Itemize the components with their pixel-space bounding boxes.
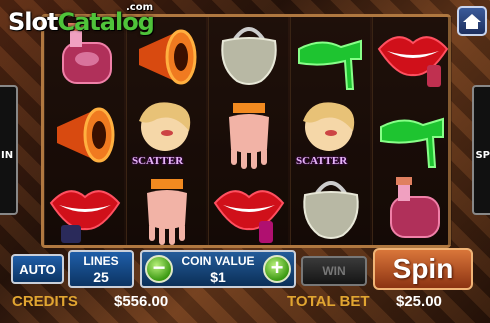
home-icon[interactable] — [457, 6, 487, 36]
slotcatalog-logo: SlotCatalog .com — [8, 2, 155, 36]
reel-1 — [44, 17, 124, 245]
lines-selector[interactable]: LINES 25 — [68, 250, 134, 288]
credits-label: CREDITS — [12, 293, 78, 310]
coin-increase-button[interactable]: + — [263, 255, 291, 283]
auto-button[interactable]: AUTO — [11, 254, 64, 284]
reel-2 — [126, 17, 206, 245]
lips-lipstick-icon — [209, 173, 289, 249]
green-shoes-icon — [373, 97, 453, 173]
handbag-icon — [209, 19, 289, 95]
coin-decrease-button[interactable]: − — [145, 255, 173, 283]
manicure-hand-icon — [127, 173, 207, 249]
coin-value-selector: − COIN VALUE $1 + — [140, 250, 296, 288]
lips-lipstick-icon — [45, 173, 125, 249]
spin-button[interactable]: Spin — [373, 248, 473, 290]
credits-value: $556.00 — [114, 293, 169, 310]
scatter-label: SCATTER — [296, 155, 348, 167]
scatter-label: SCATTER — [132, 155, 184, 167]
lips-lipstick-icon — [373, 19, 453, 95]
reel-5 — [372, 17, 452, 245]
reel-3 — [208, 17, 288, 245]
total-bet-label: TOTAL BET — [287, 293, 370, 310]
green-shoes-icon — [291, 19, 371, 95]
manicure-hand-icon — [209, 97, 289, 173]
win-display: WIN — [301, 256, 367, 286]
right-side-label: SP — [475, 150, 490, 161]
reel-4 — [290, 17, 370, 245]
lines-label: LINES — [83, 254, 119, 268]
perfume-bottle-icon — [373, 173, 453, 249]
handbag-icon — [291, 173, 371, 249]
left-side-label: IN — [1, 150, 14, 161]
slot-game: SlotCatalog .com IN SP SCATTER SCATTER A… — [0, 0, 490, 323]
total-bet-value: $25.00 — [396, 293, 442, 310]
lines-value: 25 — [93, 269, 109, 285]
reels-area: SCATTER SCATTER — [41, 14, 452, 248]
megaphone-icon — [45, 97, 125, 173]
